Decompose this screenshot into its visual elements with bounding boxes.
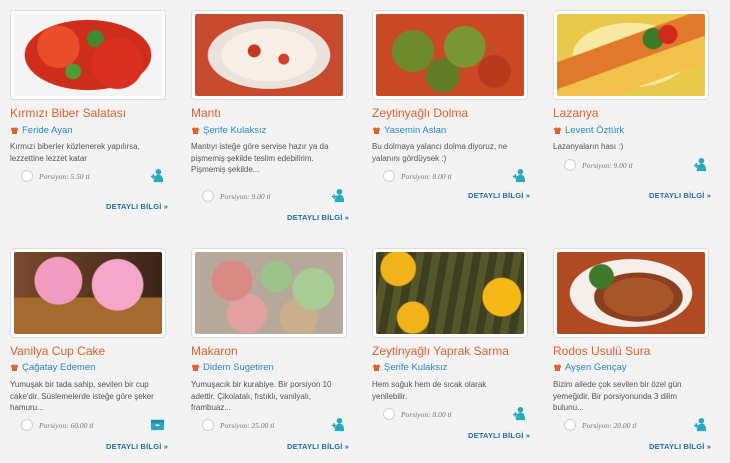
recipe-author[interactable]: Ayşen Gençay (553, 362, 627, 373)
recipe-description: Yumuşacık bir kurabiye. Bir porsiyon 10 … (191, 380, 332, 412)
portion-radio[interactable] (564, 419, 576, 431)
portion-row: Porsiyon: 8.00 tl (383, 170, 452, 182)
author-name: Çağatay Edemen (22, 362, 96, 373)
recipe-photo[interactable] (372, 248, 528, 338)
recipe-description: Bu dolmaya yalancı dolma diyoruz, ne yal… (372, 142, 508, 163)
recipe-author[interactable]: Şerife Kulaksız (372, 362, 447, 373)
portion-radio[interactable] (564, 159, 576, 171)
detail-link[interactable]: DETAYLI BİLGİ » (287, 442, 349, 451)
detail-link[interactable]: DETAYLI BİLGİ » (106, 202, 168, 211)
chef-hat-icon (192, 127, 199, 134)
stuffed-pepper-image (376, 14, 524, 96)
red-pepper-salad-image (14, 14, 162, 96)
portion-price: Porsiyon: 20.00 tl (582, 420, 637, 430)
box-icon[interactable] (150, 417, 165, 432)
recipe-photo[interactable] (553, 248, 709, 338)
stuffed-grape-leaves-image (376, 252, 524, 334)
chef-hat-icon (554, 364, 561, 371)
portion-row: Porsiyon: 9.00 tl (564, 159, 633, 171)
recipe-author[interactable]: Yasemin Aslan (372, 125, 446, 136)
person-add-icon[interactable] (512, 168, 527, 183)
person-add-icon[interactable] (693, 417, 708, 432)
recipe-photo[interactable] (10, 10, 166, 100)
recipe-author[interactable]: Feride Ayan (10, 125, 73, 136)
detail-link[interactable]: DETAYLI BİLGİ » (649, 191, 711, 200)
portion-radio[interactable] (21, 419, 33, 431)
portion-price: Porsiyon: 8.00 tl (401, 171, 452, 181)
chef-hat-icon (192, 364, 199, 371)
author-name: Didem Sugetiren (203, 362, 274, 373)
recipe-photo[interactable] (372, 10, 528, 100)
portion-price: Porsiyon: 9.00 tl (582, 160, 633, 170)
person-add-icon[interactable] (150, 168, 165, 183)
author-name: Şerife Kulaksız (203, 125, 267, 136)
portion-row: Porsiyon: 20.00 tl (564, 419, 636, 431)
portion-price: Porsiyon: 9.00 tl (220, 191, 271, 201)
author-name: Ayşen Gençay (565, 362, 627, 373)
lasagna-image (557, 14, 705, 96)
chef-hat-icon (373, 127, 380, 134)
recipe-description: Bizim ailede çok sevilen bir özel gün ye… (553, 380, 682, 412)
portion-price: Porsiyon: 60.00 tl (39, 420, 94, 430)
portion-radio[interactable] (21, 170, 33, 182)
recipe-title[interactable]: Lazanya (553, 106, 598, 120)
person-add-icon[interactable] (693, 157, 708, 172)
recipe-author[interactable]: Çağatay Edemen (10, 362, 95, 373)
portion-row: Porsiyon: 25.00 tl (202, 419, 274, 431)
portion-price: Porsiyon: 8.00 tl (401, 409, 452, 419)
chef-hat-icon (373, 364, 380, 371)
portion-row: Porsiyon: 5.50 tl (21, 170, 90, 182)
recipe-description: Mantıyı isteğe göre servise hazır ya da … (191, 142, 329, 174)
detail-link[interactable]: DETAYLI BİLGİ » (649, 442, 711, 451)
chef-hat-icon (554, 127, 561, 134)
portion-radio[interactable] (202, 419, 214, 431)
recipe-title[interactable]: Vanilya Cup Cake (10, 344, 105, 358)
recipe-title[interactable]: Zeytinyağlı Dolma (372, 106, 468, 120)
detail-link[interactable]: DETAYLI BİLGİ » (468, 191, 530, 200)
detail-link[interactable]: DETAYLI BİLGİ » (287, 213, 349, 222)
manti-image (195, 14, 343, 96)
recipe-title[interactable]: Zeytinyağlı Yaprak Sarma (372, 344, 509, 358)
recipe-description: Hem soğuk hem de sıcak olarak yenilebili… (372, 380, 487, 401)
recipe-description: Yumuşak bir tada sahip, sevilen bir cup … (10, 380, 154, 412)
recipe-photo[interactable] (10, 248, 166, 338)
recipe-description: Lazanyaların hası :) (553, 142, 624, 151)
recipe-photo[interactable] (191, 10, 347, 100)
author-name: Yasemin Aslan (384, 125, 447, 136)
author-name: Feride Ayan (22, 125, 73, 136)
recipe-description: Kırmızı biberler közlenerek yapılırsa, l… (10, 142, 140, 163)
recipe-photo[interactable] (553, 10, 709, 100)
recipe-author[interactable]: Şerife Kulaksız (191, 125, 266, 136)
portion-radio[interactable] (202, 190, 214, 202)
person-add-icon[interactable] (331, 417, 346, 432)
cupcake-image (14, 252, 162, 334)
author-name: Levent Öztürk (565, 125, 625, 136)
chef-hat-icon (11, 127, 18, 134)
portion-row: Porsiyon: 60.00 tl (21, 419, 93, 431)
rodos-sura-image (557, 252, 705, 334)
macaron-image (195, 252, 343, 334)
portion-radio[interactable] (383, 408, 395, 420)
portion-price: Porsiyon: 25.00 tl (220, 420, 275, 430)
portion-radio[interactable] (383, 170, 395, 182)
recipe-photo[interactable] (191, 248, 347, 338)
recipe-title[interactable]: Makaron (191, 344, 238, 358)
recipe-author[interactable]: Didem Sugetiren (191, 362, 274, 373)
chef-hat-icon (11, 364, 18, 371)
recipe-title[interactable]: Mantı (191, 106, 221, 120)
recipe-title[interactable]: Kırmızı Biber Salatası (10, 106, 126, 120)
recipe-title[interactable]: Rodos Usulü Sura (553, 344, 650, 358)
portion-price: Porsiyon: 5.50 tl (39, 171, 90, 181)
portion-row: Porsiyon: 8.00 tl (383, 408, 452, 420)
person-add-icon[interactable] (331, 188, 346, 203)
detail-link[interactable]: DETAYLI BİLGİ » (468, 431, 530, 440)
recipe-author[interactable]: Levent Öztürk (553, 125, 624, 136)
author-name: Şerife Kulaksız (384, 362, 448, 373)
portion-row: Porsiyon: 9.00 tl (202, 190, 271, 202)
person-add-icon[interactable] (512, 406, 527, 421)
detail-link[interactable]: DETAYLI BİLGİ » (106, 442, 168, 451)
